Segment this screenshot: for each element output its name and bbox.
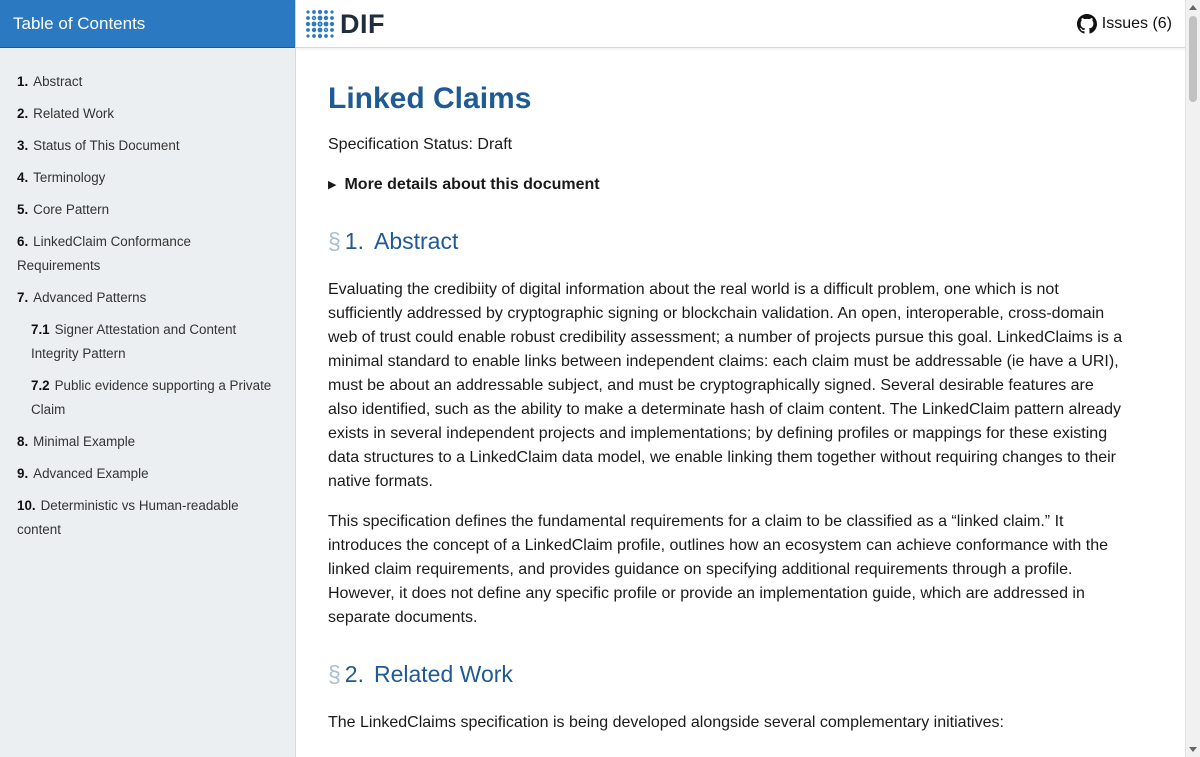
toc-item-label: Signer Attestation and Content Integrity…	[31, 322, 237, 361]
section-heading-abstract: § 1. Abstract	[328, 226, 1127, 256]
toc-item-terminology[interactable]: 4. Terminology	[0, 162, 295, 194]
toc-item-label: Core Pattern	[33, 202, 110, 217]
toc-item-conformance[interactable]: 6. LinkedClaim Conformance Requirements	[0, 226, 295, 282]
toc-item-number: 7.	[17, 290, 29, 305]
details-toggle-label: More details about this document	[344, 176, 600, 193]
app-window: Table of Contents 1. Abstract 2. Related W…	[0, 0, 1200, 757]
github-icon	[1076, 14, 1097, 34]
toc-item-number: 3.	[17, 138, 29, 153]
toc-item-core-pattern[interactable]: 5. Core Pattern	[0, 194, 295, 226]
toc-item-advanced-example[interactable]: 9. Advanced Example	[0, 458, 295, 490]
triangle-right-icon: ▶	[328, 179, 337, 191]
issues-label: Issues (6)	[1101, 15, 1172, 32]
toc-item-abstract[interactable]: 1. Abstract	[0, 66, 295, 98]
section-title: Related Work	[373, 661, 513, 687]
toc-item-number: 10.	[17, 498, 36, 513]
dif-dots-logo-icon	[305, 9, 335, 39]
toc-item-minimal-example[interactable]: 8. Minimal Example	[0, 426, 295, 458]
abstract-paragraph-2: This specification defines the fundament…	[328, 513, 1108, 626]
toc-item-deterministic[interactable]: 10. Deterministic vs Human-readable conte…	[0, 490, 295, 546]
toc-item-label: Related Work	[33, 106, 115, 121]
scrollbar-thumb[interactable]	[1189, 16, 1197, 102]
toc-item-label: Deterministic vs Human-readable content	[17, 498, 239, 537]
logo-text: DIF	[340, 8, 385, 39]
toc-item-number: 1.	[17, 74, 29, 89]
toc-item-related-work[interactable]: 2. Related Work	[0, 98, 295, 130]
toc-item-label: Abstract	[33, 74, 83, 89]
toc-item-number: 9.	[17, 466, 29, 481]
related-work-paragraph-1: The LinkedClaims specification is being …	[328, 714, 1004, 731]
toc-item-number: 6.	[17, 234, 29, 249]
section-heading-related-work: § 2. Related Work	[328, 659, 1127, 689]
dif-logo[interactable]: DIF	[304, 8, 385, 40]
toc-item-number: 2.	[17, 106, 29, 121]
toc-item-number: 5.	[17, 202, 29, 217]
toc-item-signer-attestation[interactable]: 7.1 Signer Attestation and Content Integr…	[0, 314, 295, 370]
details-toggle[interactable]: ▶ More details about this document	[328, 173, 1127, 197]
toc-item-label: Status of This Document	[33, 138, 180, 153]
table-of-contents: 1. Abstract 2. Related Work 3. Status of Th…	[0, 48, 295, 546]
abstract-paragraph-1: Evaluating the credibiity of digital inf…	[328, 281, 1123, 490]
section-anchor-link[interactable]: §	[328, 659, 341, 689]
section-anchor-link[interactable]: §	[328, 226, 341, 256]
vertical-scrollbar[interactable]	[1185, 0, 1200, 757]
toc-item-number: 4.	[17, 170, 29, 185]
toc-item-label: Minimal Example	[33, 434, 136, 449]
toc-item-label: Advanced Example	[33, 466, 149, 481]
toc-item-number: 8.	[17, 434, 29, 449]
toc-item-label: Advanced Patterns	[33, 290, 147, 305]
toc-item-status[interactable]: 3. Status of This Document	[0, 130, 295, 162]
toc-item-label: Public evidence supporting a Private Cla…	[31, 378, 272, 417]
spec-status: Specification Status: Draft	[328, 136, 513, 153]
main-content: Linked Claims Specification Status: Draf…	[297, 49, 1185, 757]
toc-item-advanced-patterns[interactable]: 7. Advanced Patterns	[0, 282, 295, 314]
section-number: 2.	[344, 661, 364, 687]
section-title: Abstract	[373, 228, 459, 254]
page-title: Linked Claims	[328, 82, 532, 115]
toc-item-label: LinkedClaim Conformance Requirements	[17, 234, 191, 273]
toc-item-label: Terminology	[33, 170, 106, 185]
scroll-down-arrow-icon[interactable]	[1189, 747, 1197, 752]
section-number: 1.	[344, 228, 364, 254]
toc-item-public-evidence[interactable]: 7.2 Public evidence supporting a Private …	[0, 370, 295, 426]
header-bar: DIF Issues (6)	[296, 0, 1185, 48]
issues-button[interactable]: Issues (6)	[1076, 14, 1172, 34]
toc-item-number: 7.1	[31, 322, 50, 337]
sidebar: Table of Contents 1. Abstract 2. Related W…	[0, 0, 296, 757]
sidebar-title: Table of Contents	[0, 0, 295, 48]
scroll-up-arrow-icon[interactable]	[1189, 5, 1197, 10]
toc-item-number: 7.2	[31, 378, 50, 393]
